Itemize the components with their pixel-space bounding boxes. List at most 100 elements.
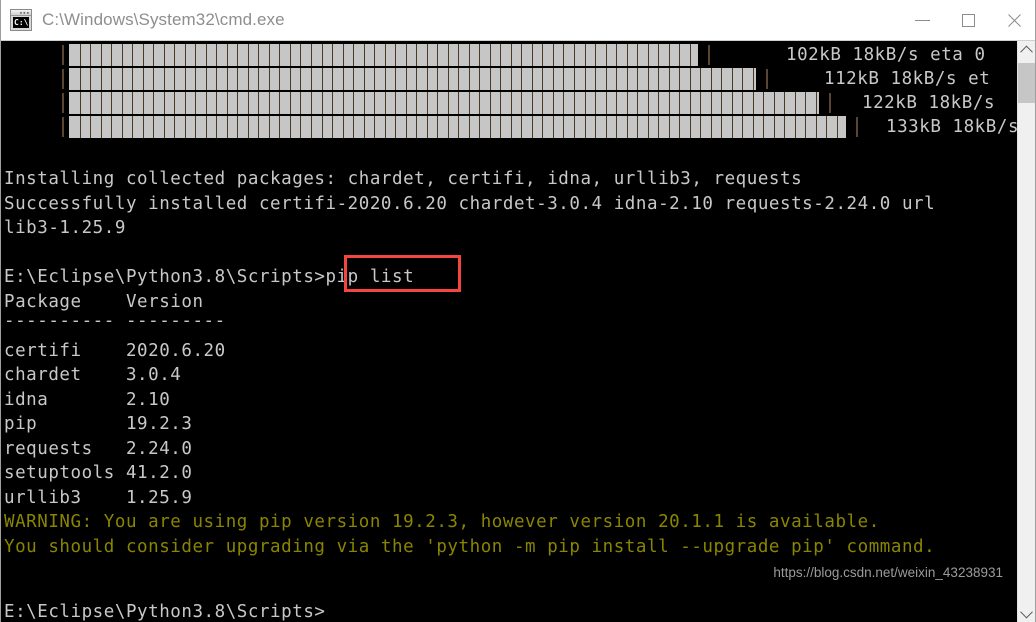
scroll-down-button[interactable] xyxy=(1018,604,1035,622)
progress-cell-divider xyxy=(626,116,628,138)
progress-cell-divider xyxy=(668,44,670,66)
progress-cell-divider xyxy=(552,92,554,114)
chevron-down-icon xyxy=(1020,605,1033,618)
progress-cell-divider xyxy=(416,68,418,90)
progress-cell-divider xyxy=(216,68,218,90)
progress-cell-divider xyxy=(500,68,502,90)
progress-cell-divider xyxy=(363,92,365,114)
progress-cell-divider xyxy=(226,44,228,66)
progress-cell-divider xyxy=(542,92,544,114)
progress-cell-divider xyxy=(353,44,354,66)
progress-cell-divider xyxy=(90,68,91,90)
progress-cell-divider xyxy=(752,116,754,138)
progress-cell-divider xyxy=(90,44,91,66)
progress-cell-divider xyxy=(174,116,176,138)
progress-cell-divider xyxy=(174,92,176,114)
progress-cell-divider xyxy=(658,116,660,138)
progress-cell-divider xyxy=(658,44,660,66)
progress-cell-divider xyxy=(616,68,617,90)
progress-cell-divider xyxy=(605,44,607,66)
progress-text: 133kB 18kB/s xyxy=(886,117,1019,137)
table-row: chardet 3.0.4 xyxy=(4,365,182,385)
progress-cell-divider xyxy=(279,44,281,66)
progress-cell-divider xyxy=(584,68,586,90)
progress-cell-divider xyxy=(689,116,691,138)
progress-cell-divider xyxy=(710,68,712,90)
progress-cell-divider xyxy=(731,92,733,114)
progress-cell-divider xyxy=(510,68,512,90)
progress-cell-divider xyxy=(384,68,386,90)
progress-cell-divider xyxy=(216,116,218,138)
progress-bar-fill xyxy=(69,44,698,66)
progress-cell-divider xyxy=(489,68,491,90)
progress-cell-divider xyxy=(426,68,428,90)
progress-cell-divider xyxy=(773,92,775,114)
progress-cell-divider xyxy=(426,116,428,138)
progress-cell-divider xyxy=(247,44,249,66)
progress-cell-divider xyxy=(563,68,565,90)
progress-cell-divider xyxy=(489,92,491,114)
progress-cell-divider xyxy=(153,92,155,114)
progress-cell-divider xyxy=(111,116,113,138)
maximize-button[interactable] xyxy=(945,0,991,40)
progress-cell-divider xyxy=(584,44,586,66)
progress-cell-divider xyxy=(521,116,523,138)
progress-cell-divider xyxy=(542,68,544,90)
progress-cell-divider xyxy=(447,116,449,138)
progress-cell-divider xyxy=(153,116,155,138)
progress-cell-divider xyxy=(563,44,565,66)
table-row: certifi 2020.6.20 xyxy=(4,340,226,361)
vertical-scrollbar[interactable] xyxy=(1017,41,1035,622)
progress-cell-divider xyxy=(468,68,470,90)
watermark-text: https://blog.csdn.net/weixin_43238931 xyxy=(773,565,1003,580)
progress-cell-divider xyxy=(268,92,270,114)
progress-cell-divider xyxy=(668,68,670,90)
progress-cell-divider xyxy=(247,116,249,138)
progress-cell-divider xyxy=(237,44,239,66)
progress-cell-divider xyxy=(700,68,702,90)
warning-line-2: You should consider upgrading via the 'p… xyxy=(4,536,936,557)
minimize-button[interactable] xyxy=(899,0,945,40)
progress-cell-divider xyxy=(300,92,302,114)
progress-cell-divider xyxy=(742,116,744,138)
progress-cell-divider xyxy=(468,44,470,66)
progress-bar-left-edge xyxy=(62,117,64,137)
progress-cell-divider xyxy=(174,68,176,90)
table-row: setuptools 41.2.0 xyxy=(4,463,193,483)
progress-cell-divider xyxy=(479,44,481,66)
progress-cell-divider xyxy=(826,116,828,138)
progress-cell-divider xyxy=(626,44,628,66)
progress-cell-divider xyxy=(479,68,481,90)
progress-cell-divider xyxy=(658,68,660,90)
progress-cell-divider xyxy=(100,116,102,138)
progress-cell-divider xyxy=(321,68,323,90)
progress-cell-divider xyxy=(395,68,397,90)
terminal-output[interactable]: 102kB 18kB/s eta 0 112kB 18kB/s et 122kB… xyxy=(1,41,1019,622)
final-prompt-line[interactable]: E:\Eclipse\Python3.8\Scripts> xyxy=(1,600,326,622)
progress-cell-divider xyxy=(595,68,596,90)
progress-cell-divider xyxy=(416,116,418,138)
progress-cell-divider xyxy=(479,92,481,114)
scrollbar-thumb[interactable] xyxy=(1018,63,1035,103)
progress-cell-divider xyxy=(521,68,523,90)
progress-cell-divider xyxy=(637,44,639,66)
progress-cell-divider xyxy=(437,116,439,138)
progress-cell-divider xyxy=(321,44,323,66)
progress-cell-divider xyxy=(258,116,260,138)
progress-cell-divider xyxy=(332,68,333,90)
progress-cell-divider xyxy=(332,44,333,66)
table-row: urllib3 1.25.9 xyxy=(4,487,193,508)
progress-cell-divider xyxy=(132,92,134,114)
progress-row: 133kB 18kB/s xyxy=(1,115,1018,139)
progress-cell-divider xyxy=(437,68,439,90)
title-bar[interactable]: ▪▪▪ C:\ C:\Windows\System32\cmd.exe xyxy=(1,0,1035,41)
close-button[interactable] xyxy=(991,0,1035,40)
progress-cell-divider xyxy=(163,92,165,114)
progress-cell-divider xyxy=(268,68,270,90)
progress-cell-divider xyxy=(531,92,533,114)
progress-text: 112kB 18kB/s et xyxy=(824,69,991,89)
progress-cell-divider xyxy=(679,116,681,138)
progress-cell-divider xyxy=(668,116,670,138)
minimize-icon xyxy=(914,19,930,21)
scroll-up-button[interactable] xyxy=(1018,41,1035,59)
